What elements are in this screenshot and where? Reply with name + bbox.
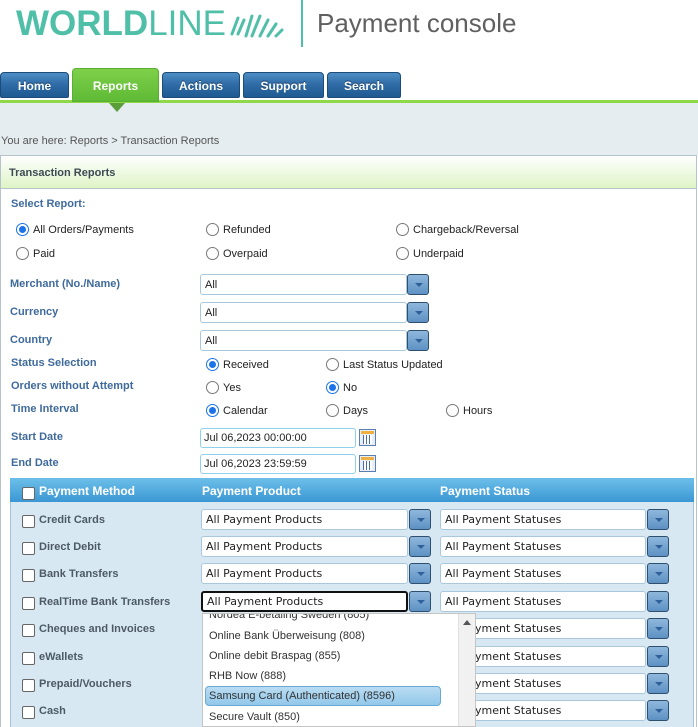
radio-indicator — [206, 381, 219, 394]
payment-method-checkbox[interactable] — [22, 542, 35, 555]
payment-method-checkbox[interactable] — [22, 597, 35, 610]
payment-status-dropdown-button[interactable] — [647, 673, 669, 694]
dropdown-option[interactable]: RHB Now (888) — [209, 670, 286, 682]
panel-header: Transaction Reports — [1, 156, 696, 189]
payment-method-label: Cheques and Invoices — [39, 623, 156, 635]
payment-method-checkbox[interactable] — [22, 624, 35, 637]
breadcrumb-area — [0, 103, 698, 155]
country-label: Country — [10, 334, 53, 346]
radio-indicator — [206, 247, 219, 260]
payment-method-checkbox[interactable] — [22, 515, 35, 528]
radio-indicator — [16, 247, 29, 260]
payment-product-select[interactable]: All Payment Products — [201, 536, 408, 557]
payment-method-checkbox[interactable] — [22, 706, 35, 719]
header: WORLDLINE Payment console — [0, 0, 698, 70]
payment-product-dropdown-button[interactable] — [409, 563, 431, 584]
dropdown-scrollbar[interactable] — [458, 614, 475, 726]
dropdown-option[interactable]: Nordea E-betaling Sweden (805) — [209, 614, 369, 621]
select-report-label: Select Report: — [11, 198, 86, 210]
radio-indicator — [326, 381, 339, 394]
payment-status-select[interactable]: All Payment Statuses — [440, 536, 646, 557]
radio-indicator — [396, 247, 409, 260]
end-date-label: End Date — [11, 457, 59, 469]
tab-support[interactable]: Support — [243, 72, 324, 98]
merchant-dropdown-button[interactable] — [407, 274, 429, 295]
status-selection-label: Status Selection — [11, 357, 97, 369]
payment-method-label: Prepaid/Vouchers — [39, 678, 132, 690]
radio-indicator — [206, 223, 219, 236]
tab-actions[interactable]: Actions — [162, 72, 240, 98]
start-date-label: Start Date — [11, 431, 63, 443]
payment-method-label: RealTime Bank Transfers — [39, 596, 171, 608]
calendar-icon[interactable] — [359, 429, 376, 446]
radio-indicator — [396, 223, 409, 236]
payment-status-dropdown-button[interactable] — [647, 700, 669, 721]
merchant-select[interactable]: All — [200, 274, 407, 295]
radio-indicator — [206, 358, 219, 371]
merchant-label: Merchant (No./Name) — [10, 278, 121, 290]
app-title: Payment console — [317, 8, 517, 38]
dropdown-option[interactable]: Online Bank Überweisung (808) — [209, 630, 365, 642]
payment-product-select[interactable]: All Payment Products — [201, 509, 408, 530]
currency-label: Currency — [10, 306, 59, 318]
payment-product-header: Payment Product — [202, 484, 301, 498]
orders-without-attempt-label: Orders without Attempt — [11, 380, 134, 392]
payment-method-checkbox[interactable] — [22, 652, 35, 665]
payment-method-checkbox[interactable] — [22, 679, 35, 692]
worldline-wave-icon — [230, 14, 284, 38]
payment-method-label: Bank Transfers — [39, 568, 119, 580]
payment-product-dropdown-list[interactable]: Nordea E-betaling Sweden (805) Online Ba… — [202, 613, 476, 727]
payment-method-checkbox[interactable] — [22, 569, 35, 582]
calendar-icon[interactable] — [359, 455, 376, 472]
payment-method-label: Direct Debit — [39, 541, 101, 553]
payment-status-dropdown-button[interactable] — [647, 591, 669, 612]
tab-reports[interactable]: Reports — [72, 68, 159, 102]
radio-indicator — [326, 404, 339, 417]
payment-status-dropdown-button[interactable] — [647, 536, 669, 557]
currency-dropdown-button[interactable] — [407, 302, 429, 323]
payment-product-dropdown-button[interactable] — [409, 509, 431, 530]
tab-search[interactable]: Search — [327, 72, 401, 98]
payment-status-dropdown-button[interactable] — [647, 646, 669, 667]
active-tab-pointer — [109, 103, 125, 112]
time-interval-label: Time Interval — [11, 403, 79, 415]
end-date-input[interactable]: Jul 06,2023 23:59:59 — [200, 454, 356, 474]
radio-indicator — [326, 358, 339, 371]
payment-product-dropdown-button[interactable] — [409, 591, 431, 612]
payment-status-select[interactable]: All Payment Statuses — [440, 563, 646, 584]
payment-product-select[interactable]: All Payment Products — [201, 591, 408, 612]
breadcrumb: You are here: Reports > Transaction Repo… — [1, 135, 220, 147]
payment-method-label: eWallets — [39, 651, 84, 663]
payment-status-dropdown-button[interactable] — [647, 509, 669, 530]
payment-status-select[interactable]: All Payment Statuses — [440, 591, 646, 612]
dropdown-option[interactable]: Secure Vault (850) — [209, 711, 300, 723]
radio-indicator — [16, 223, 29, 236]
payment-method-label: Cash — [39, 705, 66, 717]
payment-product-select[interactable]: All Payment Products — [201, 563, 408, 584]
payment-method-label: Credit Cards — [39, 514, 106, 526]
start-date-input[interactable]: Jul 06,2023 00:00:00 — [200, 428, 356, 448]
tab-home[interactable]: Home — [0, 72, 69, 98]
dropdown-option[interactable]: Online debit Braspag (855) — [209, 650, 340, 662]
currency-select[interactable]: All — [200, 302, 407, 323]
dropdown-option-highlighted[interactable]: Samsung Card (Authenticated) (8596) — [209, 690, 395, 702]
payment-product-dropdown-button[interactable] — [409, 536, 431, 557]
header-divider — [301, 0, 303, 47]
worldline-logo: WORLDLINE — [16, 4, 227, 43]
payment-method-header: Payment Method — [39, 484, 136, 498]
country-dropdown-button[interactable] — [407, 330, 429, 351]
select-all-checkbox[interactable] — [22, 487, 35, 500]
country-select[interactable]: All — [200, 330, 407, 351]
radio-indicator — [446, 404, 459, 417]
panel-title: Transaction Reports — [9, 167, 116, 179]
payment-status-dropdown-button[interactable] — [647, 563, 669, 584]
payment-status-dropdown-button[interactable] — [647, 618, 669, 639]
payment-status-header: Payment Status — [440, 484, 531, 498]
radio-indicator — [206, 404, 219, 417]
payment-status-select[interactable]: All Payment Statuses — [440, 509, 646, 530]
